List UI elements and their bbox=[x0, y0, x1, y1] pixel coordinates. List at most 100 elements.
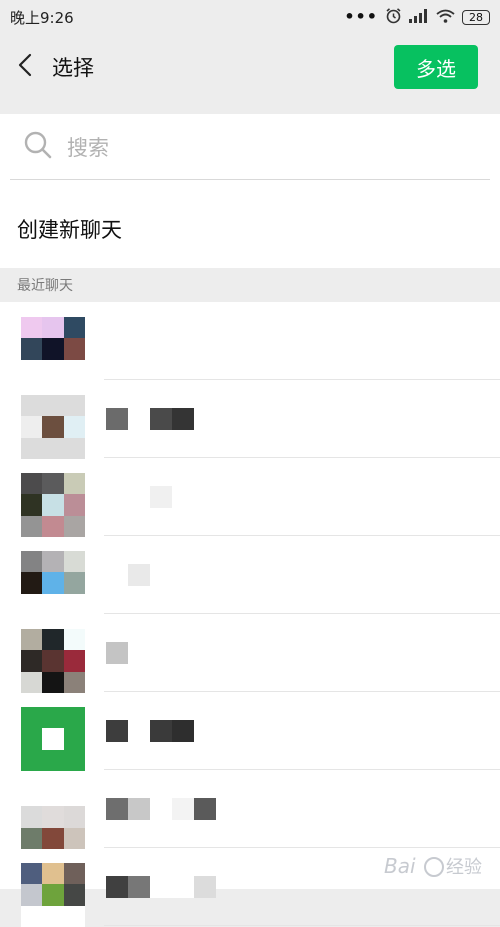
back-button[interactable] bbox=[0, 34, 50, 100]
redaction-block bbox=[194, 876, 216, 898]
baidu-watermark-logo: Bai 经验 bbox=[382, 847, 492, 887]
redaction-block bbox=[150, 408, 172, 430]
avatar-tile bbox=[21, 863, 43, 885]
avatar-tile bbox=[21, 629, 43, 651]
avatar-tile bbox=[63, 785, 85, 807]
avatar-tile bbox=[42, 551, 64, 573]
avatar-tile bbox=[21, 359, 43, 381]
chevron-left-icon bbox=[18, 53, 32, 81]
avatar-tile bbox=[63, 473, 85, 495]
avatar-tile bbox=[42, 593, 64, 615]
nav-header: 选择 多选 bbox=[0, 34, 500, 100]
redaction-block bbox=[172, 876, 194, 898]
avatar-tile bbox=[21, 707, 43, 729]
chat-name-redacted bbox=[106, 380, 194, 458]
avatar-tile bbox=[63, 827, 85, 849]
chat-row[interactable] bbox=[0, 380, 500, 459]
redaction-block bbox=[150, 486, 172, 508]
avatar-tile bbox=[42, 728, 64, 750]
avatar-tile bbox=[21, 650, 43, 672]
redaction-block bbox=[106, 876, 128, 898]
redaction-block bbox=[172, 798, 194, 820]
chat-name-redacted bbox=[106, 614, 128, 692]
avatar-tile bbox=[42, 650, 64, 672]
avatar-tile bbox=[63, 707, 85, 729]
top-panel: 搜索 创建新聊天 bbox=[0, 114, 500, 268]
avatar bbox=[21, 707, 85, 771]
chat-name-redacted bbox=[106, 848, 216, 926]
wifi-icon bbox=[436, 8, 455, 27]
avatar-tile bbox=[63, 359, 85, 381]
avatar bbox=[21, 551, 85, 615]
chat-row[interactable] bbox=[0, 458, 500, 537]
redaction-block bbox=[106, 798, 128, 820]
redaction-block bbox=[150, 720, 172, 742]
recent-chats-heading: 最近聊天 bbox=[0, 270, 500, 302]
avatar-tile bbox=[42, 884, 64, 906]
redaction-block bbox=[172, 408, 194, 430]
redaction-block bbox=[128, 876, 150, 898]
status-bar: 晚上9:26 ••• 28 bbox=[0, 0, 500, 34]
avatar-tile bbox=[42, 629, 64, 651]
avatar-tile bbox=[63, 905, 85, 927]
chat-row[interactable] bbox=[0, 302, 500, 381]
avatar-tile bbox=[63, 572, 85, 594]
avatar bbox=[21, 317, 85, 381]
avatar-tile bbox=[42, 827, 64, 849]
avatar-tile bbox=[63, 593, 85, 615]
avatar-tile bbox=[42, 338, 64, 360]
avatar-tile bbox=[42, 863, 64, 885]
multi-select-button[interactable]: 多选 bbox=[394, 45, 478, 89]
redaction-block bbox=[150, 876, 172, 898]
chat-row[interactable] bbox=[0, 614, 500, 693]
chat-row[interactable] bbox=[0, 692, 500, 771]
svg-text:经验: 经验 bbox=[446, 857, 482, 878]
avatar-tile bbox=[42, 359, 64, 381]
avatar bbox=[21, 629, 85, 693]
avatar-tile bbox=[21, 827, 43, 849]
svg-text:Bai: Bai bbox=[384, 854, 416, 878]
avatar-tile bbox=[21, 806, 43, 828]
redaction-block bbox=[128, 564, 150, 586]
page-title: 选择 bbox=[52, 56, 94, 80]
avatar-tile bbox=[63, 515, 85, 537]
avatar bbox=[21, 785, 85, 849]
status-time: 晚上9:26 bbox=[10, 8, 74, 27]
avatar-tile bbox=[63, 863, 85, 885]
avatar-tile bbox=[42, 437, 64, 459]
avatar-tile bbox=[63, 650, 85, 672]
avatar-tile bbox=[63, 671, 85, 693]
avatar-tile bbox=[42, 416, 64, 438]
create-new-chat-item[interactable]: 创建新聊天 bbox=[17, 214, 122, 244]
chat-name-redacted bbox=[106, 692, 194, 770]
search-placeholder: 搜索 bbox=[67, 135, 109, 160]
redaction-block bbox=[128, 798, 150, 820]
redaction-block bbox=[150, 798, 172, 820]
avatar-tile bbox=[21, 593, 43, 615]
status-icons: ••• 28 bbox=[344, 7, 490, 28]
redaction-block bbox=[106, 486, 128, 508]
avatar bbox=[21, 395, 85, 459]
avatar-tile bbox=[63, 317, 85, 339]
redaction-block bbox=[128, 408, 150, 430]
redaction-block bbox=[194, 798, 216, 820]
avatar-tile bbox=[42, 317, 64, 339]
chat-name-redacted bbox=[106, 458, 172, 536]
chat-row[interactable] bbox=[0, 536, 500, 615]
avatar-tile bbox=[21, 395, 43, 417]
redaction-block bbox=[106, 564, 128, 586]
avatar-tile bbox=[21, 416, 43, 438]
avatar-tile bbox=[21, 671, 43, 693]
redaction-block bbox=[128, 486, 150, 508]
search-input[interactable]: 搜索 bbox=[10, 114, 490, 180]
avatar-tile bbox=[42, 707, 64, 729]
row-divider bbox=[104, 925, 500, 926]
more-dots-icon: ••• bbox=[344, 7, 378, 26]
redaction-block bbox=[106, 642, 128, 664]
chat-row[interactable] bbox=[0, 770, 500, 849]
avatar-tile bbox=[63, 395, 85, 417]
avatar-tile bbox=[42, 806, 64, 828]
avatar-tile bbox=[21, 338, 43, 360]
redaction-block bbox=[128, 720, 150, 742]
avatar-tile bbox=[42, 785, 64, 807]
